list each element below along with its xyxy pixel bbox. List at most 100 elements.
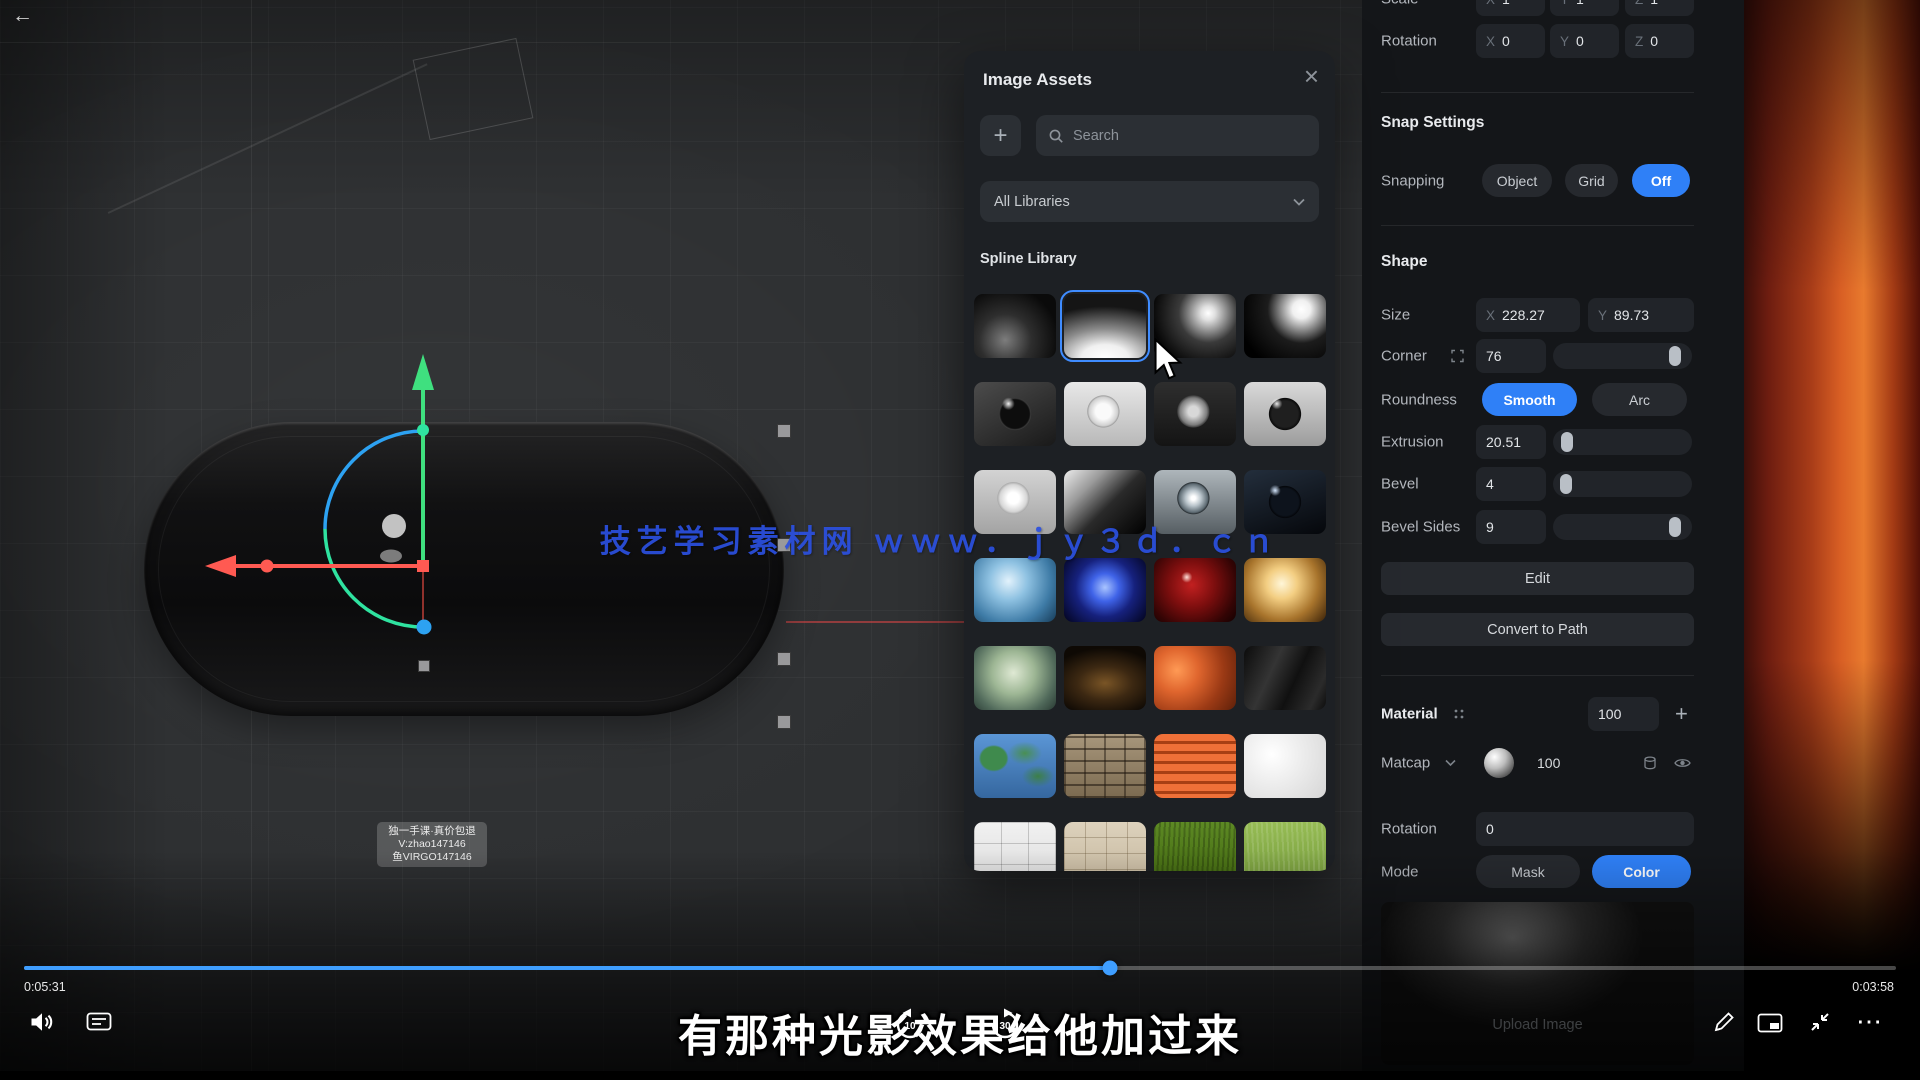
close-icon[interactable]: ×: [1304, 61, 1319, 91]
thumbnail-sphere-sky-blue[interactable]: [974, 558, 1056, 622]
edit-button[interactable]: Edit: [1381, 562, 1694, 595]
gizmo-x-arrowhead[interactable]: [205, 555, 236, 577]
rotation-x-field[interactable]: X 0: [1476, 24, 1545, 58]
snapping-label: Snapping: [1381, 173, 1444, 190]
edit-notes-icon[interactable]: [1712, 1010, 1736, 1034]
extrusion-slider-knob[interactable]: [1561, 432, 1573, 452]
material-opacity-field[interactable]: 100: [1588, 697, 1659, 731]
roundness-arc-button[interactable]: Arc: [1592, 383, 1687, 416]
thumbnail-texture-white-plaster[interactable]: [1244, 734, 1326, 798]
gizmo-arc-bottom-dot[interactable]: [417, 620, 432, 635]
corner-slider[interactable]: [1553, 343, 1692, 369]
back-button[interactable]: ←: [12, 4, 33, 28]
corner-slider-knob[interactable]: [1669, 346, 1681, 366]
rotation-row: Rotation X 0 Y 0 Z 0: [1381, 24, 1694, 58]
matcap-label: Matcap: [1381, 755, 1430, 772]
thumbnail-texture-roof-tiles[interactable]: [1154, 734, 1236, 798]
gizmo-y-arrowhead[interactable]: [412, 354, 434, 390]
texture-source-icon[interactable]: [1643, 756, 1657, 770]
skip-back-value: 10: [904, 1021, 916, 1032]
bevel-sides-label: Bevel Sides: [1381, 519, 1460, 536]
matcap-preview[interactable]: [1484, 748, 1514, 778]
scale-label: Scale: [1381, 0, 1419, 8]
bevel-slider-knob[interactable]: [1560, 474, 1572, 494]
add-asset-button[interactable]: +: [980, 115, 1021, 156]
selection-handle[interactable]: [777, 424, 791, 438]
roundness-label: Roundness: [1381, 392, 1457, 409]
snap-settings-header: Snap Settings: [1381, 114, 1484, 132]
gizmo-rotate-arc-blue[interactable]: [325, 431, 423, 529]
bevel-slider[interactable]: [1553, 471, 1692, 497]
danmaku-toggle-icon[interactable]: [86, 1012, 112, 1034]
corner-label: Corner: [1381, 348, 1427, 365]
skip-forward-30-button[interactable]: 30: [988, 1008, 1022, 1042]
corner-row: Corner 76: [1381, 339, 1694, 373]
progress-bar[interactable]: [24, 966, 1896, 970]
extrusion-slider[interactable]: [1553, 429, 1692, 455]
scale-z-field[interactable]: Z 1: [1625, 0, 1694, 16]
selection-handle[interactable]: [777, 652, 791, 666]
thumbnail-sphere-gold[interactable]: [1244, 558, 1326, 622]
size-y-field[interactable]: Y 89.73: [1588, 298, 1694, 332]
snapping-object-button[interactable]: Object: [1482, 164, 1552, 197]
shape-header: Shape: [1381, 253, 1428, 271]
picture-in-picture-icon[interactable]: [1757, 1013, 1783, 1033]
skip-back-10-button[interactable]: 10: [893, 1008, 927, 1042]
size-x-field[interactable]: X 228.27: [1476, 298, 1580, 332]
library-filter-dropdown[interactable]: All Libraries: [980, 181, 1319, 222]
thumbnail-sphere-gray-dark-bg[interactable]: [1154, 382, 1236, 446]
thumbnail-matcap-crescent[interactable]: [1244, 294, 1326, 358]
panel-title: Image Assets: [983, 70, 1092, 90]
thumbnail-sphere-red-gloss[interactable]: [1154, 558, 1236, 622]
thumbnail-texture-earth-map[interactable]: [974, 734, 1056, 798]
roundness-smooth-button[interactable]: Smooth: [1482, 383, 1577, 416]
volume-icon[interactable]: [28, 1008, 56, 1036]
bevel-value-field[interactable]: 4: [1476, 467, 1546, 501]
thumbnail-matcap-bottom-glow[interactable]: [1064, 294, 1146, 358]
add-material-layer-button[interactable]: +: [1675, 701, 1688, 727]
thumbnail-texture-cave[interactable]: [1064, 646, 1146, 710]
bevel-sides-slider-knob[interactable]: [1669, 517, 1681, 537]
thumbnail-sphere-white[interactable]: [1064, 382, 1146, 446]
roundness-row: Roundness Smooth Arc: [1381, 383, 1694, 417]
matcap-opacity-value[interactable]: 100: [1537, 755, 1560, 771]
gizmo-x-handle-dot[interactable]: [261, 560, 274, 573]
more-options-icon[interactable]: ⋯: [1856, 1006, 1883, 1037]
bottom-black-bar: [0, 1071, 1920, 1080]
gizmo-arc-top-dot[interactable]: [417, 424, 429, 436]
selection-handle[interactable]: [777, 715, 791, 729]
gizmo-center-marker[interactable]: [417, 560, 429, 572]
thumbnail-texture-stone-wall[interactable]: [1064, 734, 1146, 798]
gizmo-rotate-arc-teal[interactable]: [325, 529, 423, 627]
thumbnail-sphere-black-gloss[interactable]: [974, 382, 1056, 446]
scale-x-field[interactable]: X 1: [1476, 0, 1545, 16]
search-input[interactable]: [1073, 128, 1307, 144]
scale-y-field[interactable]: Y 1: [1550, 0, 1619, 16]
visibility-icon[interactable]: [1674, 757, 1691, 770]
selection-handle[interactable]: [418, 660, 430, 672]
desktop-wallpaper-strip: [1744, 0, 1920, 970]
thumbnail-sphere-blue-glow[interactable]: [1064, 558, 1146, 622]
thumbnail-sphere-sage[interactable]: [974, 646, 1056, 710]
thumbnail-texture-dark-rock[interactable]: [1244, 646, 1326, 710]
snapping-off-button[interactable]: Off: [1632, 164, 1690, 197]
thumbnail-texture-rust[interactable]: [1154, 646, 1236, 710]
corner-expand-icon[interactable]: [1451, 350, 1464, 363]
progress-knob[interactable]: [1102, 961, 1117, 976]
rotation-z-field[interactable]: Z 0: [1625, 24, 1694, 58]
bevel-sides-slider[interactable]: [1553, 514, 1692, 540]
material-rotation-field[interactable]: 0: [1476, 812, 1694, 846]
extrusion-value-field[interactable]: 20.51: [1476, 425, 1546, 459]
corner-value-field[interactable]: 76: [1476, 339, 1546, 373]
convert-to-path-button[interactable]: Convert to Path: [1381, 613, 1694, 646]
bevel-sides-value-field[interactable]: 9: [1476, 510, 1546, 544]
material-options-icon[interactable]: [1453, 708, 1465, 720]
chevron-down-icon[interactable]: [1445, 760, 1456, 767]
thumbnail-sphere-dark-gloss[interactable]: [1244, 382, 1326, 446]
search-field[interactable]: [1036, 115, 1319, 156]
rotation-y-field[interactable]: Y 0: [1550, 24, 1619, 58]
thumbnail-matcap-soft-dark[interactable]: [974, 294, 1056, 358]
exit-fullscreen-icon[interactable]: [1808, 1010, 1832, 1034]
extrusion-label: Extrusion: [1381, 434, 1444, 451]
snapping-grid-button[interactable]: Grid: [1565, 164, 1618, 197]
